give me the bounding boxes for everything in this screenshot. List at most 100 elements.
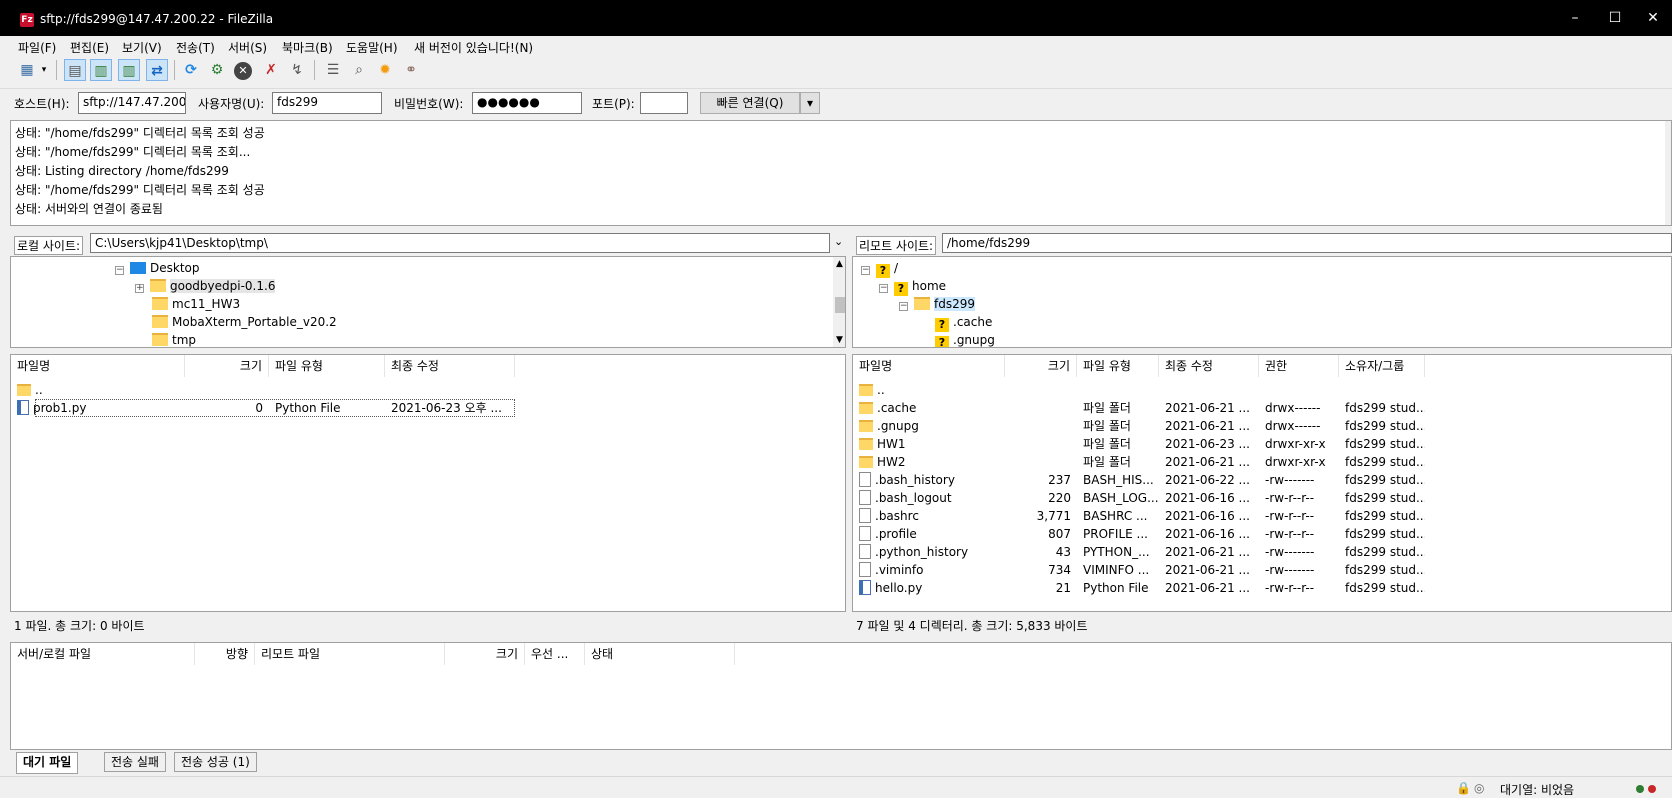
close-button[interactable]: ✕ [1638, 8, 1668, 28]
compare-directories-icon[interactable]: ⌕ [348, 59, 370, 81]
table-row[interactable]: .. [853, 381, 1671, 399]
site-manager-icon[interactable]: ▦ [16, 59, 38, 81]
remote-col-owner[interactable]: 소유자/그룹 [1339, 355, 1425, 377]
menu-edit[interactable]: 편집(E) [70, 39, 109, 56]
table-row[interactable]: .profile 807 PROFILE ... 2021-06-16 ... -rw-… [853, 525, 1671, 543]
speed-limit-icon[interactable]: ◎ [1474, 781, 1484, 795]
collapse-icon[interactable]: − [861, 266, 870, 275]
log-line: 상태: Listing directory /home/fds299 [15, 164, 229, 178]
password-input[interactable]: ●●●●●● [472, 92, 582, 114]
username-input[interactable]: fds299 [272, 92, 382, 114]
remote-col-permissions[interactable]: 권한 [1259, 355, 1339, 377]
site-manager-dropdown-icon[interactable]: ▾ [38, 59, 50, 81]
remote-path-input[interactable]: /home/fds299 [942, 233, 1672, 253]
local-path-input[interactable]: C:\Users\kjp41\Desktop\tmp\ [90, 233, 830, 253]
remote-col-size[interactable]: 크기 [1005, 355, 1077, 377]
tree-node-tmp[interactable]: tmp [152, 331, 196, 347]
toggle-remote-tree-icon[interactable]: ▥ [118, 59, 140, 81]
refresh-icon[interactable]: ⟳ [180, 59, 202, 81]
queue-col-priority[interactable]: 우선 ... [525, 643, 585, 665]
collapse-icon[interactable]: − [899, 302, 908, 311]
table-row[interactable]: HW2 파일 폴더 2021-06-21 ... drwxr-xr-x fds299 s… [853, 453, 1671, 471]
expand-icon[interactable]: + [135, 284, 144, 293]
host-input[interactable]: sftp://147.47.200.2 [78, 92, 186, 114]
remote-col-filename[interactable]: 파일명 [853, 355, 1005, 377]
table-row[interactable]: .bash_history 237 BASH_HIS... 2021-06-22 ..… [853, 471, 1671, 489]
queue-col-remote-file[interactable]: 리모트 파일 [255, 643, 445, 665]
local-col-modified[interactable]: 최종 수정 [385, 355, 515, 377]
unknown-folder-icon: ? [894, 282, 908, 296]
reconnect-icon[interactable]: ↯ [286, 59, 308, 81]
remote-directory-tree[interactable]: −? / −? home − fds299 ? .cache ? .gnupg [852, 256, 1672, 348]
tree-node-root[interactable]: −? / [861, 259, 898, 278]
log-line: 상태: "/home/fds299" 디렉터리 목록 조회 성공 [15, 183, 265, 197]
queue-col-status[interactable]: 상태 [585, 643, 735, 665]
disconnect-icon[interactable]: ✗ [260, 59, 282, 81]
port-input[interactable] [640, 92, 688, 114]
tree-node-fds299[interactable]: − fds299 [899, 295, 975, 313]
table-row[interactable]: hello.py 21 Python File 2021-06-21 ... -rw-r… [853, 579, 1671, 597]
queue-col-local-file[interactable]: 서버/로컬 파일 [11, 643, 195, 665]
toggle-queue-icon[interactable]: ⇄ [146, 59, 168, 81]
tree-node-cache[interactable]: ? .cache [935, 313, 992, 332]
collapse-icon[interactable]: − [115, 266, 124, 275]
search-files-icon[interactable]: ⚭ [400, 59, 422, 81]
tree-node-desktop[interactable]: − Desktop [115, 259, 200, 277]
local-col-filename[interactable]: 파일명 [11, 355, 185, 377]
cancel-operation-icon[interactable]: ✕ [232, 59, 254, 81]
transfer-queue[interactable]: 서버/로컬 파일 방향 리모트 파일 크기 우선 ... 상태 [10, 642, 1672, 750]
table-row[interactable]: .. [11, 381, 845, 399]
table-row[interactable]: prob1.py 0 Python File 2021-06-23 오후 ... [11, 399, 845, 417]
menu-new-version[interactable]: 새 버전이 있습니다!(N) [414, 39, 533, 56]
message-log[interactable]: 상태: "/home/fds299" 디렉터리 목록 조회 성공 상태: "/h… [10, 120, 1672, 226]
menu-bookmarks[interactable]: 북마크(B) [282, 39, 333, 56]
table-row[interactable]: HW1 파일 폴더 2021-06-23 ... drwxr-xr-x fds299 s… [853, 435, 1671, 453]
remote-file-list[interactable]: 파일명 크기 파일 유형 최종 수정 권한 소유자/그룹 .. .cache 파일 … [852, 354, 1672, 612]
quickconnect-button[interactable]: 빠른 연결(Q) [700, 92, 800, 114]
maximize-button[interactable]: ☐ [1600, 8, 1630, 28]
scroll-up-icon[interactable]: ▲ [836, 259, 843, 269]
collapse-icon[interactable]: − [879, 284, 888, 293]
directory-filter-icon[interactable]: ☰ [322, 59, 344, 81]
menu-view[interactable]: 보기(V) [122, 39, 162, 56]
quickconnect-bar: 호스트(H): sftp://147.47.200.2 사용자명(U): fds… [0, 88, 1672, 116]
tree-node-gnupg[interactable]: ? .gnupg [935, 331, 995, 347]
toggle-log-icon[interactable]: ▤ [64, 59, 86, 81]
table-row[interactable]: .gnupg 파일 폴더 2021-06-21 ... drwx------ fds29… [853, 417, 1671, 435]
menu-transfer[interactable]: 전송(T) [176, 39, 215, 56]
table-row[interactable]: .python_history 43 PYTHON_... 2021-06-21 ..… [853, 543, 1671, 561]
remote-col-type[interactable]: 파일 유형 [1077, 355, 1159, 377]
tree-node-goodbyedpi[interactable]: + goodbyedpi-0.1.6 [135, 277, 276, 295]
local-file-list[interactable]: 파일명 크기 파일 유형 최종 수정 .. prob1.py 0 Python … [10, 354, 846, 612]
local-tree-scrollbar[interactable]: ▲ ▼ [833, 257, 845, 347]
table-row[interactable]: .viminfo 734 VIMINFO ... 2021-06-21 ... -rw-… [853, 561, 1671, 579]
queue-col-direction[interactable]: 방향 [195, 643, 255, 665]
log-line: 상태: "/home/fds299" 디렉터리 목록 조회... [15, 145, 251, 159]
tab-queued-files[interactable]: 대기 파일 [16, 752, 79, 774]
table-row[interactable]: .bashrc 3,771 BASHRC ... 2021-06-16 ... -rw-… [853, 507, 1671, 525]
tab-successful-transfers[interactable]: 전송 성공 (1) [174, 752, 257, 772]
toggle-local-tree-icon[interactable]: ▥ [90, 59, 112, 81]
quickconnect-history-dropdown[interactable]: ▾ [800, 92, 820, 114]
table-row[interactable]: .cache 파일 폴더 2021-06-21 ... drwx------ fds29… [853, 399, 1671, 417]
tab-failed-transfers[interactable]: 전송 실패 [104, 752, 166, 772]
tree-node-mobaxterm[interactable]: MobaXterm_Portable_v20.2 [152, 313, 337, 331]
local-col-size[interactable]: 크기 [185, 355, 269, 377]
menu-server[interactable]: 서버(S) [228, 39, 267, 56]
process-queue-icon[interactable]: ⚙ [206, 59, 228, 81]
scroll-thumb[interactable] [835, 297, 845, 313]
table-row[interactable]: .bash_logout 220 BASH_LOG... 2021-06-16 ...… [853, 489, 1671, 507]
local-path-dropdown-icon[interactable]: ⌄ [834, 235, 843, 248]
local-directory-tree[interactable]: − Desktop + goodbyedpi-0.1.6 mc11_HW3 Moba… [10, 256, 846, 348]
tree-node-mc11-hw3[interactable]: mc11_HW3 [152, 295, 240, 313]
menu-help[interactable]: 도움말(H) [346, 39, 398, 56]
scroll-down-icon[interactable]: ▼ [836, 335, 843, 345]
sync-browsing-icon[interactable]: ✹ [374, 59, 396, 81]
local-col-type[interactable]: 파일 유형 [269, 355, 385, 377]
queue-col-size[interactable]: 크기 [445, 643, 525, 665]
log-scrollbar[interactable] [1665, 121, 1671, 225]
remote-col-modified[interactable]: 최종 수정 [1159, 355, 1259, 377]
minimize-button[interactable]: – [1560, 8, 1590, 28]
tree-node-home[interactable]: −? home [879, 277, 946, 296]
menu-file[interactable]: 파일(F) [18, 39, 56, 56]
